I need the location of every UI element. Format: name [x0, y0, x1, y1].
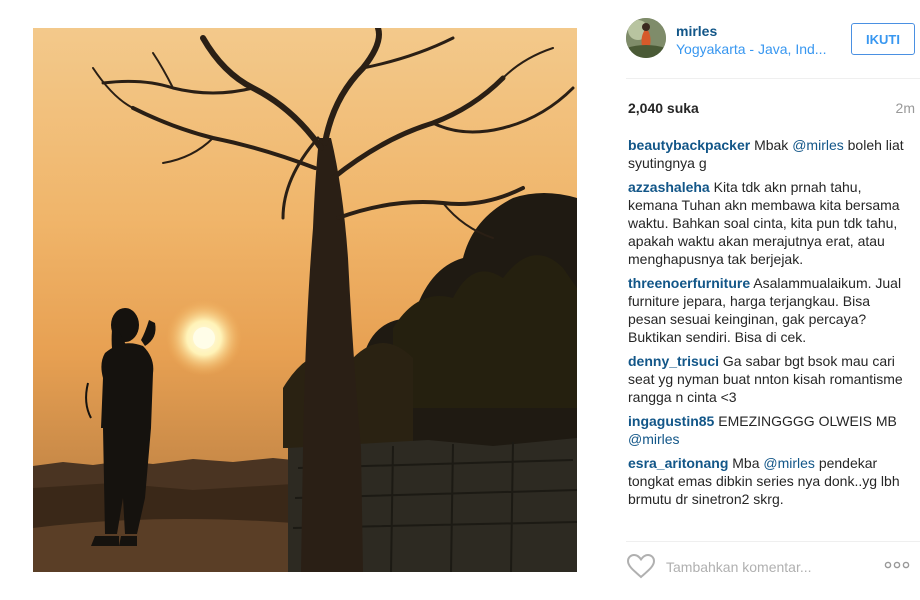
avatar[interactable] [626, 18, 666, 58]
mention-link[interactable]: @mirles [792, 137, 844, 153]
post-photo[interactable] [33, 28, 577, 572]
comment-item: ingagustin85 EMEZINGGGG OLWEIS MB @mirle… [628, 412, 910, 448]
heart-outline-icon[interactable] [626, 553, 656, 579]
ellipsis-icon[interactable] [884, 559, 910, 571]
comment-item: denny_trisuci Ga sabar bgt bsok mau cari… [628, 352, 910, 406]
comment-item: esra_aritonang Mba @mirles pendekar tong… [628, 454, 910, 508]
comment-list: beautybackpacker Mbak @mirles boleh liat… [628, 136, 910, 514]
comment-username-link[interactable]: ingagustin85 [628, 413, 714, 429]
comment-username-link[interactable]: azzashaleha [628, 179, 710, 195]
username-link[interactable]: mirles [676, 23, 717, 39]
comment-item: azzashaleha Kita tdk akn prnah tahu, kem… [628, 178, 910, 268]
sunset-photo [33, 28, 577, 572]
location-link[interactable]: Yogyakarta - Java, Ind... [676, 41, 836, 57]
likes-count[interactable]: 2,040 suka [628, 100, 699, 116]
comment-username-link[interactable]: esra_aritonang [628, 455, 728, 471]
post-header: mirles Yogyakarta - Java, Ind... IKUTI [626, 18, 916, 62]
post-footer [626, 550, 920, 586]
divider [626, 541, 920, 542]
comment-text: Mba [728, 455, 764, 471]
comment-item: beautybackpacker Mbak @mirles boleh liat… [628, 136, 910, 172]
follow-button[interactable]: IKUTI [851, 23, 915, 55]
divider [626, 78, 920, 79]
post-time[interactable]: 2m [896, 100, 915, 116]
comment-text: Mbak [750, 137, 793, 153]
comment-item: threenoerfurniture Asalammualaikum. Jual… [628, 274, 910, 346]
comment-text: EMEZINGGGG OLWEIS MB [714, 413, 897, 429]
mention-link[interactable]: @mirles [763, 455, 815, 471]
post-sidebar: mirles Yogyakarta - Java, Ind... IKUTI 2… [610, 0, 920, 600]
comment-username-link[interactable]: denny_trisuci [628, 353, 719, 369]
mention-link[interactable]: @mirles [628, 431, 680, 447]
comment-input[interactable] [666, 554, 866, 580]
comment-username-link[interactable]: threenoerfurniture [628, 275, 750, 291]
likes-row: 2,040 suka 2m [628, 100, 920, 118]
comment-username-link[interactable]: beautybackpacker [628, 137, 750, 153]
